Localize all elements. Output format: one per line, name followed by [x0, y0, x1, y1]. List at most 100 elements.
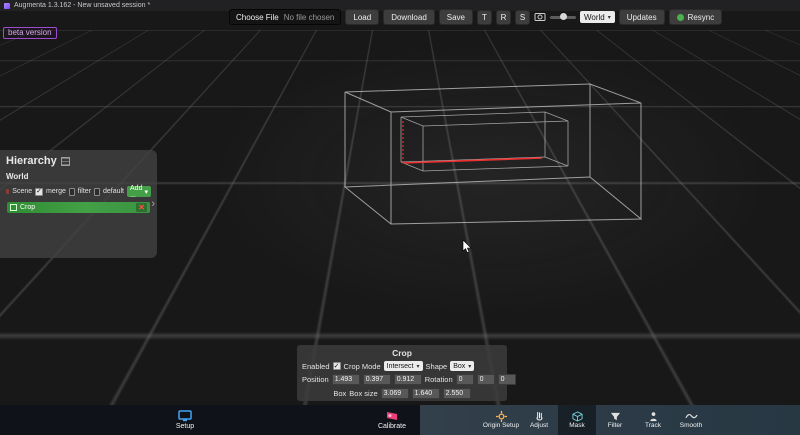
app-window: Augmenta 1.3.162 - New unsaved session *…	[0, 0, 800, 435]
chevron-down-icon: ▾	[607, 14, 611, 21]
person-icon	[649, 412, 657, 421]
crop-mode-label: Crop Mode	[343, 361, 381, 371]
space-select[interactable]: World ▾	[580, 11, 615, 23]
shape-value: Box	[453, 362, 466, 370]
position-label: Position	[302, 375, 329, 384]
mouse-cursor	[462, 240, 472, 253]
box-size-label: Box size	[349, 389, 378, 398]
origin-axes-icon	[495, 410, 507, 422]
chevron-down-icon: ▾	[468, 363, 472, 370]
mode-tabstrip: Origin Setup Adjust Mask Filter Track Sm…	[420, 405, 800, 435]
scene-options-row: Scene ✓ merge filter default Add ... ▾	[6, 184, 151, 199]
file-input[interactable]: Choose File No file chosen	[229, 9, 342, 25]
save-button[interactable]: Save	[438, 9, 473, 25]
hierarchy-root-label: World	[6, 172, 29, 181]
scale-tool-button[interactable]: S	[515, 9, 530, 25]
funnel-icon	[610, 412, 620, 420]
tab-track[interactable]: Track	[634, 405, 672, 435]
tab-label: Adjust	[529, 421, 549, 429]
enabled-label: Enabled	[302, 361, 330, 371]
slider-knob[interactable]	[560, 13, 567, 20]
tab-filter[interactable]: Filter	[596, 405, 634, 435]
add-object-dropdown[interactable]: Add ... ▾	[127, 184, 151, 199]
load-button[interactable]: Load	[345, 9, 380, 25]
list-icon	[60, 156, 70, 166]
box-size-row: Box Box size	[302, 388, 502, 399]
crop-properties-panel: Crop Enabled ✓ Crop Mode Intersect ▾ Sha…	[297, 345, 516, 401]
delete-item-icon[interactable]: ✕	[136, 203, 147, 212]
cube-icon	[10, 204, 17, 211]
enabled-checkbox[interactable]: ✓	[332, 362, 341, 370]
hierarchy-header: Hierarchy	[6, 155, 151, 167]
merge-label: merge	[46, 188, 66, 195]
crop-axis-lines	[402, 121, 543, 164]
position-x-field[interactable]	[331, 374, 360, 385]
crop-panel-title: Crop	[392, 348, 412, 358]
add-object-label: Add ...	[130, 184, 143, 199]
choose-file-button[interactable]: Choose File	[236, 13, 279, 22]
box-size-z-field[interactable]	[442, 388, 471, 399]
filter-label: filter	[77, 188, 92, 195]
filter-checkbox[interactable]	[94, 187, 100, 196]
box-size-y-field[interactable]	[411, 388, 440, 399]
translate-tool-button[interactable]: T	[477, 9, 492, 25]
transform-row: Position Rotation	[302, 374, 516, 385]
wireframe-outer-box	[343, 83, 643, 225]
space-select-value: World	[584, 12, 605, 22]
tab-origin-setup[interactable]: Origin Setup	[482, 405, 520, 435]
tab-setup[interactable]: Setup	[160, 405, 210, 435]
tab-calibrate[interactable]: Calibrate	[366, 405, 418, 435]
shape-label: Shape	[425, 361, 448, 371]
monitor-icon	[178, 410, 192, 422]
crop-mode-value: Intersect	[386, 362, 414, 370]
rotation-x-field[interactable]	[455, 374, 474, 385]
tab-smooth[interactable]: Smooth	[672, 405, 710, 435]
box-label: Box	[333, 389, 347, 398]
tab-label: Origin Setup	[482, 421, 520, 429]
scene-icon	[6, 189, 10, 194]
box-size-x-field[interactable]	[380, 388, 409, 399]
crop-mode-row: Enabled ✓ Crop Mode Intersect ▾ Shape Bo…	[302, 361, 502, 371]
scene-label: Scene	[12, 188, 33, 195]
resync-button[interactable]: Resync	[668, 9, 723, 25]
rotate-tool-button[interactable]: R	[496, 9, 511, 25]
shape-select[interactable]: Box ▾	[450, 361, 475, 371]
tab-label: Smooth	[679, 421, 703, 429]
mask-cube-icon	[572, 411, 582, 422]
hand-icon	[535, 411, 543, 421]
chevron-down-icon: ▾	[144, 188, 148, 196]
tab-label: Track	[644, 421, 661, 429]
updates-button[interactable]: Updates	[618, 9, 665, 25]
beta-version-badge: beta version	[3, 27, 57, 39]
panel-collapse-handle[interactable]: ›	[151, 198, 155, 210]
rotation-z-field[interactable]	[497, 374, 516, 385]
position-y-field[interactable]	[362, 374, 391, 385]
tab-label: Filter	[607, 421, 623, 429]
camera-view-icon[interactable]	[534, 12, 546, 22]
hierarchy-title: Hierarchy	[6, 155, 57, 167]
resync-label: Resync	[687, 12, 715, 22]
wave-icon	[684, 413, 698, 419]
top-toolbar: Choose File No file chosen Load Download…	[229, 9, 723, 25]
tab-adjust[interactable]: Adjust	[520, 405, 558, 435]
scene-checkbox[interactable]: ✓	[35, 187, 44, 196]
bottom-bar: Setup Calibrate Origin Setup Adjust Mask…	[0, 405, 800, 435]
position-z-field[interactable]	[393, 374, 422, 385]
setup-label: Setup	[175, 423, 195, 430]
chevron-down-icon: ▾	[416, 363, 420, 370]
tab-label: Mask	[569, 421, 585, 429]
hierarchy-item-label: Crop	[20, 204, 36, 211]
hierarchy-panel: Hierarchy World Scene ✓ merge filter def…	[0, 150, 157, 258]
window-title: Augmenta 1.3.162 - New unsaved session *	[14, 2, 151, 9]
merge-checkbox[interactable]	[68, 187, 75, 196]
download-button[interactable]: Download	[383, 9, 435, 25]
rotation-label: Rotation	[424, 375, 453, 384]
calibrate-label: Calibrate	[377, 423, 406, 430]
rotation-y-field[interactable]	[476, 374, 495, 385]
opacity-slider[interactable]	[550, 13, 576, 20]
hierarchy-item-crop[interactable]: Crop ✕	[7, 202, 150, 213]
tab-mask[interactable]: Mask	[558, 405, 596, 435]
crop-mode-select[interactable]: Intersect ▾	[383, 361, 423, 371]
file-chosen-status: No file chosen	[283, 12, 335, 22]
app-logo-icon	[4, 2, 10, 9]
